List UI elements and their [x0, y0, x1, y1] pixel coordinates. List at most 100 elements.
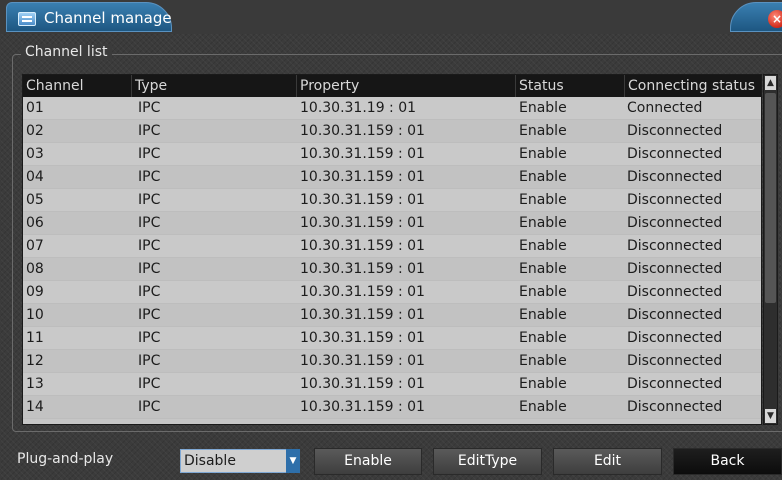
- cell-property: 10.30.31.159 : 01: [300, 146, 425, 162]
- cell-status: Enable: [519, 399, 567, 415]
- cell-connecting-status: Disconnected: [627, 284, 723, 300]
- edit-button[interactable]: Edit: [553, 448, 662, 475]
- group-label: Channel list: [21, 44, 112, 60]
- cell-status: Enable: [519, 330, 567, 346]
- cell-channel: 08: [26, 261, 44, 277]
- cell-type: IPC: [138, 330, 161, 346]
- table-body: 01 IPC 10.30.31.19 : 01 Enable Connected 02 IP…: [23, 97, 761, 419]
- cell-property: 10.30.31.159 : 01: [300, 215, 425, 231]
- table-row[interactable]: 14 IPC 10.30.31.159 : 01 Enable Disconnected: [23, 396, 761, 419]
- table-header: Channel Type Property Status Connecting …: [23, 75, 761, 97]
- cell-channel: 13: [26, 376, 44, 392]
- cell-connecting-status: Disconnected: [627, 123, 723, 139]
- table-row[interactable]: 10 IPC 10.30.31.159 : 01 Enable Disconnected: [23, 304, 761, 327]
- cell-connecting-status: Disconnected: [627, 192, 723, 208]
- cell-type: IPC: [138, 146, 161, 162]
- cell-status: Enable: [519, 169, 567, 185]
- cell-channel: 11: [26, 330, 44, 346]
- cell-status: Enable: [519, 146, 567, 162]
- table-row[interactable]: 08 IPC 10.30.31.159 : 01 Enable Disconnected: [23, 258, 761, 281]
- title-tab: Channel manage: [6, 2, 172, 32]
- cell-connecting-status: Disconnected: [627, 376, 723, 392]
- cell-property: 10.30.31.159 : 01: [300, 284, 425, 300]
- back-button[interactable]: Back: [673, 448, 782, 475]
- table-row[interactable]: 05 IPC 10.30.31.159 : 01 Enable Disconnected: [23, 189, 761, 212]
- cell-channel: 09: [26, 284, 44, 300]
- cell-type: IPC: [138, 192, 161, 208]
- cell-channel: 06: [26, 215, 44, 231]
- cell-channel: 02: [26, 123, 44, 139]
- cell-channel: 14: [26, 399, 44, 415]
- cell-connecting-status: Disconnected: [627, 353, 723, 369]
- scroll-up-arrow-icon[interactable]: ▲: [765, 76, 776, 90]
- table-row[interactable]: 12 IPC 10.30.31.159 : 01 Enable Disconnected: [23, 350, 761, 373]
- cell-property: 10.30.31.159 : 01: [300, 330, 425, 346]
- table-row[interactable]: 13 IPC 10.30.31.159 : 01 Enable Disconnected: [23, 373, 761, 396]
- table-row[interactable]: 04 IPC 10.30.31.159 : 01 Enable Disconnected: [23, 166, 761, 189]
- table-row[interactable]: 06 IPC 10.30.31.159 : 01 Enable Disconnected: [23, 212, 761, 235]
- cell-property: 10.30.31.159 : 01: [300, 238, 425, 254]
- plug-and-play-label: Plug-and-play: [17, 451, 114, 467]
- cell-status: Enable: [519, 215, 567, 231]
- cell-type: IPC: [138, 238, 161, 254]
- scroll-down-arrow-icon[interactable]: ▼: [765, 409, 776, 423]
- cell-connecting-status: Disconnected: [627, 215, 723, 231]
- cell-property: 10.30.31.159 : 01: [300, 307, 425, 323]
- cell-type: IPC: [138, 100, 161, 116]
- close-icon[interactable]: ×: [768, 10, 782, 28]
- table-row[interactable]: 09 IPC 10.30.31.159 : 01 Enable Disconnected: [23, 281, 761, 304]
- cell-channel: 03: [26, 146, 44, 162]
- cell-property: 10.30.31.159 : 01: [300, 192, 425, 208]
- column-header-property[interactable]: Property: [296, 75, 515, 97]
- plug-and-play-value: Disable: [184, 453, 236, 469]
- channel-app-icon: [18, 12, 36, 26]
- cell-connecting-status: Disconnected: [627, 261, 723, 277]
- cell-channel: 12: [26, 353, 44, 369]
- cell-type: IPC: [138, 284, 161, 300]
- cell-connecting-status: Disconnected: [627, 307, 723, 323]
- title-bar: Channel manage ×: [0, 0, 782, 34]
- column-header-connecting-status[interactable]: Connecting status: [624, 75, 761, 97]
- cell-type: IPC: [138, 307, 161, 323]
- cell-property: 10.30.31.159 : 01: [300, 376, 425, 392]
- cell-connecting-status: Disconnected: [627, 399, 723, 415]
- column-header-channel[interactable]: Channel: [23, 75, 131, 97]
- window-title: Channel manage: [44, 9, 172, 27]
- plug-and-play-select[interactable]: Disable: [180, 449, 288, 473]
- table-row[interactable]: 03 IPC 10.30.31.159 : 01 Enable Disconnected: [23, 143, 761, 166]
- cell-status: Enable: [519, 261, 567, 277]
- cell-type: IPC: [138, 123, 161, 139]
- cell-status: Enable: [519, 353, 567, 369]
- cell-connecting-status: Connected: [627, 100, 703, 116]
- column-header-type[interactable]: Type: [131, 75, 296, 97]
- edit-type-button[interactable]: EditType: [433, 448, 542, 475]
- table-row[interactable]: 01 IPC 10.30.31.19 : 01 Enable Connected: [23, 97, 761, 120]
- cell-channel: 07: [26, 238, 44, 254]
- cell-channel: 01: [26, 100, 44, 116]
- cell-connecting-status: Disconnected: [627, 238, 723, 254]
- cell-status: Enable: [519, 100, 567, 116]
- cell-channel: 04: [26, 169, 44, 185]
- cell-connecting-status: Disconnected: [627, 169, 723, 185]
- cell-channel: 10: [26, 307, 44, 323]
- table-row[interactable]: 07 IPC 10.30.31.159 : 01 Enable Disconnected: [23, 235, 761, 258]
- table-row[interactable]: 02 IPC 10.30.31.159 : 01 Enable Disconnected: [23, 120, 761, 143]
- table-row[interactable]: 11 IPC 10.30.31.159 : 01 Enable Disconnected: [23, 327, 761, 350]
- chevron-down-icon[interactable]: ▼: [286, 449, 300, 473]
- column-header-status[interactable]: Status: [515, 75, 624, 97]
- enable-button[interactable]: Enable: [314, 448, 422, 475]
- cell-type: IPC: [138, 353, 161, 369]
- cell-status: Enable: [519, 192, 567, 208]
- cell-type: IPC: [138, 376, 161, 392]
- channel-table: Channel Type Property Status Connecting …: [22, 74, 762, 425]
- cell-status: Enable: [519, 376, 567, 392]
- vertical-scrollbar[interactable]: ▲ ▼: [763, 74, 778, 425]
- cell-type: IPC: [138, 399, 161, 415]
- cell-status: Enable: [519, 307, 567, 323]
- cell-property: 10.30.31.159 : 01: [300, 399, 425, 415]
- cell-channel: 05: [26, 192, 44, 208]
- cell-property: 10.30.31.19 : 01: [300, 100, 417, 116]
- cell-connecting-status: Disconnected: [627, 330, 723, 346]
- cell-property: 10.30.31.159 : 01: [300, 353, 425, 369]
- scroll-thumb[interactable]: [765, 93, 776, 303]
